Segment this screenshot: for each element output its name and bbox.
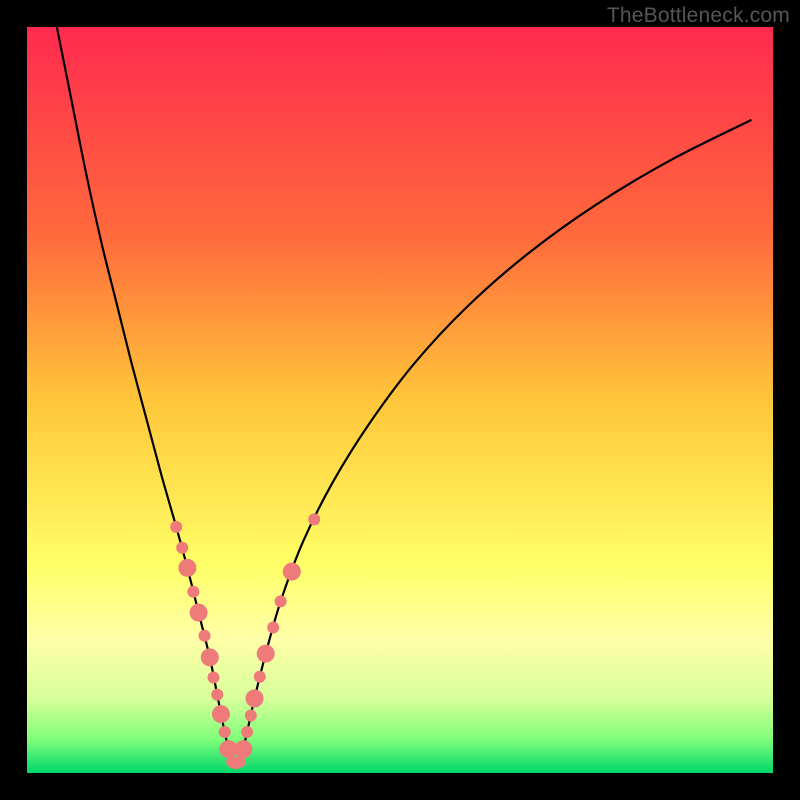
data-point [234, 740, 252, 758]
data-point [267, 622, 279, 634]
data-point [241, 726, 253, 738]
data-point [176, 542, 188, 554]
data-point [211, 689, 223, 701]
data-point [245, 710, 257, 722]
data-point [187, 586, 199, 598]
plot-area [27, 27, 773, 773]
data-point [246, 689, 264, 707]
data-point [275, 595, 287, 607]
data-point [170, 521, 182, 533]
data-point [283, 563, 301, 581]
data-point [190, 604, 208, 622]
data-point [212, 705, 230, 723]
data-point [308, 513, 320, 525]
data-point [219, 726, 231, 738]
gradient-background [27, 27, 773, 773]
data-point [199, 630, 211, 642]
chart-svg [27, 27, 773, 773]
data-point [178, 559, 196, 577]
data-point [257, 645, 275, 663]
watermark-label: TheBottleneck.com [607, 4, 790, 28]
data-point [254, 671, 266, 683]
data-point [208, 672, 220, 684]
chart-frame: TheBottleneck.com [0, 0, 800, 800]
data-point [201, 648, 219, 666]
